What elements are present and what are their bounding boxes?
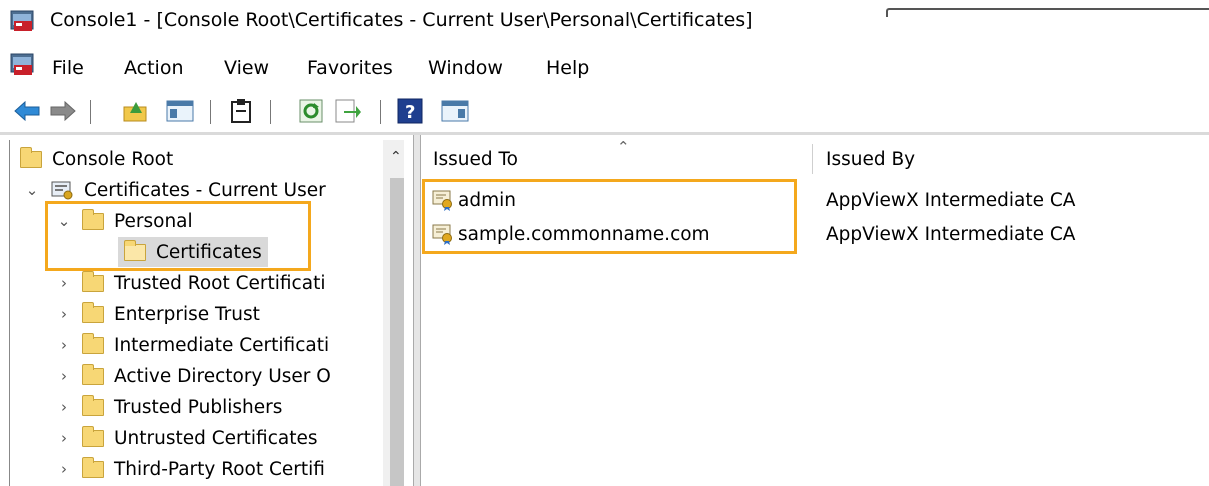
- certificate-store-icon: [50, 179, 76, 201]
- mmc-app-icon[interactable]: [10, 9, 36, 38]
- menu-window[interactable]: Window: [428, 57, 503, 79]
- tree-item-label: Third-Party Root Certifi: [114, 458, 325, 480]
- scroll-up-icon[interactable]: ⌃: [390, 149, 402, 165]
- menu-view[interactable]: View: [224, 57, 269, 79]
- tree-item-label: Active Directory User O: [114, 365, 331, 387]
- chevron-right-icon[interactable]: ›: [54, 398, 74, 416]
- clipboard-icon[interactable]: [226, 96, 256, 126]
- show-hide-action-pane-icon[interactable]: [440, 96, 470, 126]
- column-header-label: Issued By: [826, 148, 916, 170]
- folder-icon: [82, 301, 104, 323]
- tree-item-third-party-root[interactable]: › Third-Party Root Certifi: [54, 454, 325, 484]
- tree-item-label: Trusted Publishers: [114, 396, 283, 418]
- console-tree[interactable]: Console Root ⌄ Certificates - Current Us…: [9, 140, 404, 486]
- column-header-issued-to[interactable]: Issued To: [433, 140, 813, 178]
- chevron-down-icon[interactable]: ⌄: [22, 181, 42, 199]
- folder-icon: [82, 363, 104, 385]
- pane-splitter[interactable]: [413, 135, 421, 486]
- window-title: Console1 - [Console Root\Certificates - …: [50, 9, 753, 31]
- show-hide-tree-icon[interactable]: [165, 96, 195, 126]
- help-icon[interactable]: ?: [395, 96, 425, 126]
- folder-icon: [82, 394, 104, 416]
- highlight-box-personal: [45, 201, 311, 271]
- tree-item-untrusted[interactable]: › Untrusted Certificates: [54, 423, 317, 453]
- toolbar-divider: [0, 132, 1209, 135]
- issued-by-cell: AppViewX Intermediate CA: [826, 223, 1076, 245]
- folder-icon: [82, 456, 104, 478]
- chevron-right-icon[interactable]: ›: [54, 274, 74, 292]
- menu-file[interactable]: File: [52, 57, 84, 79]
- toolbar-separator: [210, 100, 211, 124]
- chevron-right-icon[interactable]: ›: [54, 429, 74, 447]
- tree-item-label: Enterprise Trust: [114, 303, 260, 325]
- tree-item-active-directory[interactable]: › Active Directory User O: [54, 361, 331, 391]
- menu-action[interactable]: Action: [124, 57, 184, 79]
- chevron-right-icon[interactable]: ›: [54, 460, 74, 478]
- folder-icon: [82, 332, 104, 354]
- window-edge: [886, 8, 1209, 17]
- column-header-label: Issued To: [433, 148, 518, 170]
- tree-item-trusted-root[interactable]: › Trusted Root Certificati: [54, 268, 325, 298]
- toolbar-separator: [270, 100, 271, 124]
- issued-by-cell: AppViewX Intermediate CA: [826, 189, 1076, 211]
- tree-item-label: Untrusted Certificates: [114, 427, 318, 449]
- scrollbar-thumb[interactable]: [390, 178, 404, 486]
- tree-item-label: Certificates - Current User: [84, 179, 326, 201]
- tree-item-label: Console Root: [52, 148, 174, 170]
- toolbar-separator: [90, 100, 91, 124]
- tree-item-console-root[interactable]: Console Root: [20, 144, 173, 174]
- svg-text:?: ?: [405, 102, 415, 123]
- export-list-icon[interactable]: [333, 96, 363, 126]
- toolbar-separator: [380, 100, 381, 124]
- folder-icon: [82, 270, 104, 292]
- tree-item-enterprise-trust[interactable]: › Enterprise Trust: [54, 299, 260, 329]
- folder-icon: [20, 146, 42, 168]
- forward-arrow-icon[interactable]: [48, 96, 78, 126]
- folder-icon: [82, 425, 104, 447]
- menu-bar: File Action View Favorites Window Help: [0, 46, 1209, 90]
- back-arrow-icon[interactable]: [12, 96, 42, 126]
- tree-item-label: Intermediate Certificati: [114, 334, 330, 356]
- toolbar: ?: [0, 92, 1209, 132]
- chevron-right-icon[interactable]: ›: [54, 367, 74, 385]
- chevron-right-icon[interactable]: ›: [54, 336, 74, 354]
- up-folder-icon[interactable]: [120, 96, 150, 126]
- menu-favorites[interactable]: Favorites: [307, 57, 393, 79]
- refresh-icon[interactable]: [296, 96, 326, 126]
- column-separator[interactable]: [812, 144, 813, 174]
- column-header-issued-by[interactable]: Issued By: [826, 140, 1206, 178]
- tree-scrollbar[interactable]: ⌃: [383, 140, 404, 486]
- highlight-box-certificates: [422, 179, 797, 254]
- tree-item-trusted-publishers[interactable]: › Trusted Publishers: [54, 392, 282, 422]
- menu-help[interactable]: Help: [546, 57, 589, 79]
- chevron-right-icon[interactable]: ›: [54, 305, 74, 323]
- mmc-menu-icon[interactable]: [10, 52, 36, 83]
- tree-item-label: Trusted Root Certificati: [114, 272, 326, 294]
- title-bar: Console1 - [Console Root\Certificates - …: [0, 0, 1209, 44]
- tree-item-intermediate[interactable]: › Intermediate Certificati: [54, 330, 329, 360]
